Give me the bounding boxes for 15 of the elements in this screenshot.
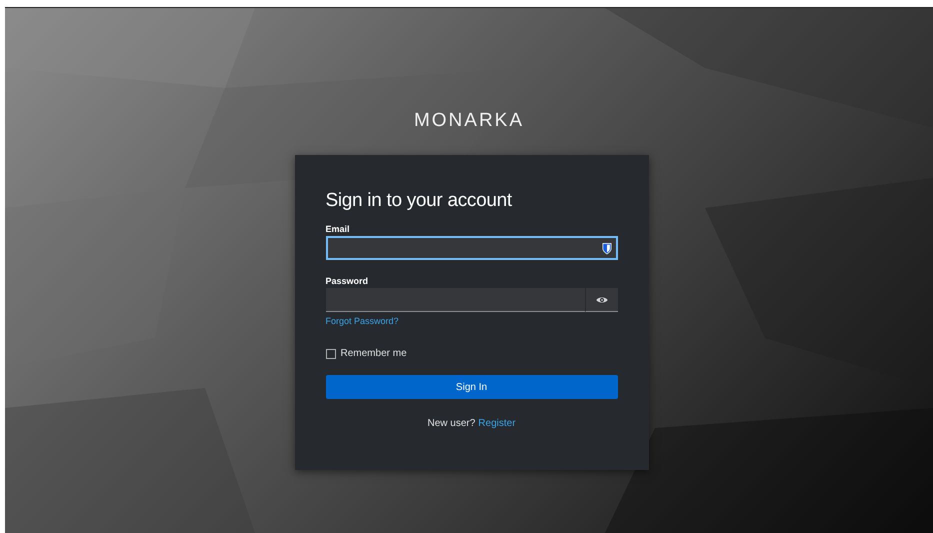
eye-icon xyxy=(596,296,608,304)
shield-icon xyxy=(602,242,612,254)
email-field[interactable] xyxy=(326,236,618,260)
forgot-password-link[interactable]: Forgot Password? xyxy=(326,316,399,326)
password-field[interactable] xyxy=(326,288,584,312)
card-title: Sign in to your account xyxy=(326,190,513,212)
register-link[interactable]: Register xyxy=(478,418,516,429)
remember-checkbox[interactable] xyxy=(326,348,336,358)
brand-logo: MONARKA xyxy=(414,110,524,132)
new-user-text: New user? xyxy=(427,418,476,429)
show-password-button[interactable] xyxy=(584,288,618,312)
remember-label: Remember me xyxy=(340,348,407,359)
password-label: Password xyxy=(326,276,370,286)
sign-in-button[interactable]: Sign In xyxy=(326,375,618,399)
email-label: Email xyxy=(326,224,351,234)
